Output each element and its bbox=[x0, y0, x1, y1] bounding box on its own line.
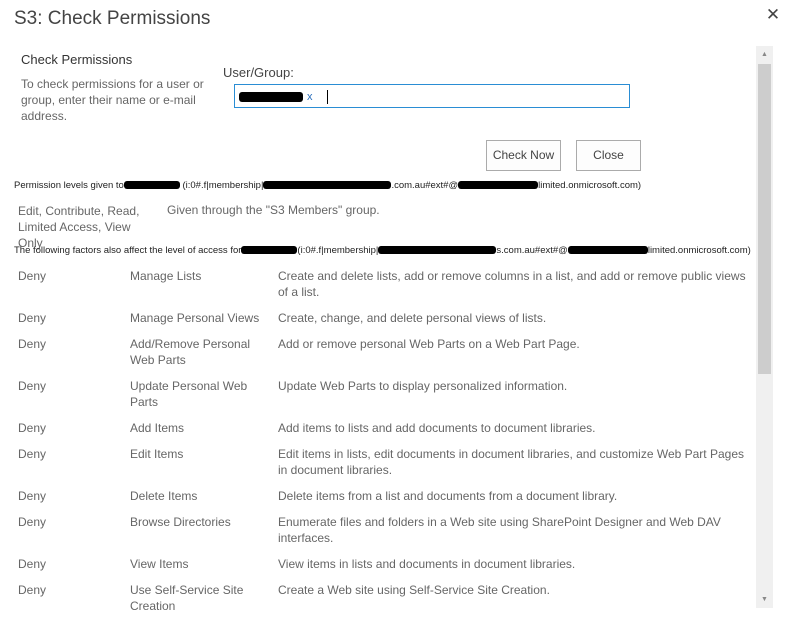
check-now-button[interactable]: Check Now bbox=[486, 140, 561, 171]
permission-cell: Add/Remove Personal Web Parts bbox=[130, 337, 251, 367]
description-cell: Delete items from a list and documents f… bbox=[278, 489, 618, 503]
effect-cell: Deny bbox=[18, 269, 47, 283]
effect-cell: Deny bbox=[18, 515, 47, 529]
close-button[interactable]: Close bbox=[576, 140, 641, 171]
check-permissions-description: To check permissions for a user or group… bbox=[21, 77, 204, 123]
dialog-title: S3: Check Permissions bbox=[14, 8, 211, 29]
permission-cell: Update Personal Web Parts bbox=[130, 379, 248, 409]
permission-cell: Delete Items bbox=[130, 489, 198, 503]
effect-cell: Deny bbox=[18, 557, 47, 571]
scrollbar-thumb[interactable] bbox=[758, 64, 771, 374]
effect-cell: Deny bbox=[18, 447, 47, 461]
factors-intro-prefix: The following factors also affect the le… bbox=[14, 245, 242, 256]
description-cell: Add or remove personal Web Parts on a We… bbox=[278, 337, 580, 351]
scroll-up-arrow-icon[interactable]: ▲ bbox=[756, 46, 773, 63]
effect-cell: Deny bbox=[18, 311, 47, 325]
factors-intro-mid: (i:0#.f|membership| bbox=[297, 245, 379, 256]
permission-cell: Add Items bbox=[130, 421, 185, 435]
resolved-user-entity[interactable]: x bbox=[239, 90, 313, 104]
description-cell: Edit items in lists, edit documents in d… bbox=[278, 447, 744, 477]
user-group-label: User/Group: bbox=[223, 65, 294, 80]
permission-cell: Use Self-Service Site Creation bbox=[130, 583, 244, 613]
effect-cell: Deny bbox=[18, 337, 47, 351]
effect-cell: Deny bbox=[18, 379, 47, 393]
description-cell: Enumerate files and folders in a Web sit… bbox=[278, 515, 721, 545]
description-cell: View items in lists and documents in doc… bbox=[278, 557, 576, 571]
permission-levels-given-line: Permission levels given to (i:0#.f|membe… bbox=[14, 180, 641, 191]
vertical-scrollbar[interactable]: ▲ ▼ bbox=[756, 46, 773, 608]
redacted-domain bbox=[567, 246, 648, 255]
permission-levels-mid: (i:0#.f|membership| bbox=[182, 180, 264, 191]
permission-levels-mid2: .com.au#ext#@ bbox=[391, 180, 459, 191]
description-cell: Add items to lists and add documents to … bbox=[278, 421, 596, 435]
check-permissions-heading: Check Permissions bbox=[21, 52, 133, 67]
redacted-login bbox=[378, 246, 497, 255]
user-group-input[interactable]: x bbox=[234, 84, 630, 108]
description-cell: Create and delete lists, add or remove c… bbox=[278, 269, 746, 299]
dialog-content: Check Permissions To check permissions f… bbox=[0, 42, 756, 617]
remove-user-icon[interactable]: x bbox=[307, 91, 313, 103]
given-through-text: Given through the "S3 Members" group. bbox=[167, 203, 380, 217]
permission-levels-list: Edit, Contribute, Read, Limited Access, … bbox=[18, 204, 140, 250]
description-cell: Update Web Parts to display personalized… bbox=[278, 379, 568, 393]
factors-intro-line: The following factors also affect the le… bbox=[14, 245, 751, 256]
permission-levels-suffix: limited.onmicrosoft.com) bbox=[538, 180, 642, 191]
effect-cell: Deny bbox=[18, 421, 47, 435]
factors-intro-mid2: s.com.au#ext#@ bbox=[496, 245, 568, 256]
redacted-user-name bbox=[241, 246, 298, 255]
permission-cell: Browse Directories bbox=[130, 515, 231, 529]
close-icon[interactable]: ✕ bbox=[763, 5, 783, 25]
permission-cell: View Items bbox=[130, 557, 189, 571]
effect-cell: Deny bbox=[18, 583, 47, 597]
effect-cell: Deny bbox=[18, 489, 47, 503]
description-cell: Create, change, and delete personal view… bbox=[278, 311, 547, 325]
redacted-domain bbox=[458, 181, 539, 190]
text-cursor bbox=[327, 90, 328, 104]
redacted-user-name bbox=[239, 92, 303, 102]
description-cell: Create a Web site using Self-Service Sit… bbox=[278, 583, 550, 597]
scroll-down-arrow-icon[interactable]: ▼ bbox=[756, 591, 773, 608]
factors-intro-suffix: limited.onmicrosoft.com) bbox=[647, 245, 751, 256]
redacted-login bbox=[263, 181, 392, 190]
permission-levels-prefix: Permission levels given to bbox=[14, 180, 124, 191]
redacted-user-name bbox=[123, 181, 180, 190]
permission-cell: Manage Personal Views bbox=[130, 311, 260, 325]
permission-cell: Edit Items bbox=[130, 447, 184, 461]
permission-cell: Manage Lists bbox=[130, 269, 202, 283]
